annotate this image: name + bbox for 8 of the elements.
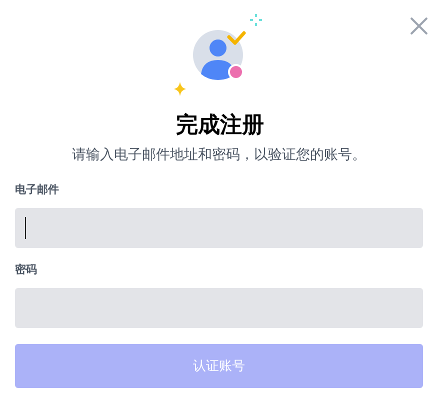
input-field[interactable] xyxy=(15,208,423,248)
dialog-subtitle: 请输入电子邮件地址和密码，以验证您的账号。 xyxy=(71,145,367,164)
verify-account-button: 认证账号 xyxy=(15,344,423,388)
field-label: 电子邮件 xyxy=(15,182,60,198)
close-button[interactable] xyxy=(410,17,428,35)
input-field[interactable] xyxy=(15,288,423,328)
field-label: 密码 xyxy=(15,262,38,278)
dialog-title: 完成注册 xyxy=(175,111,265,139)
